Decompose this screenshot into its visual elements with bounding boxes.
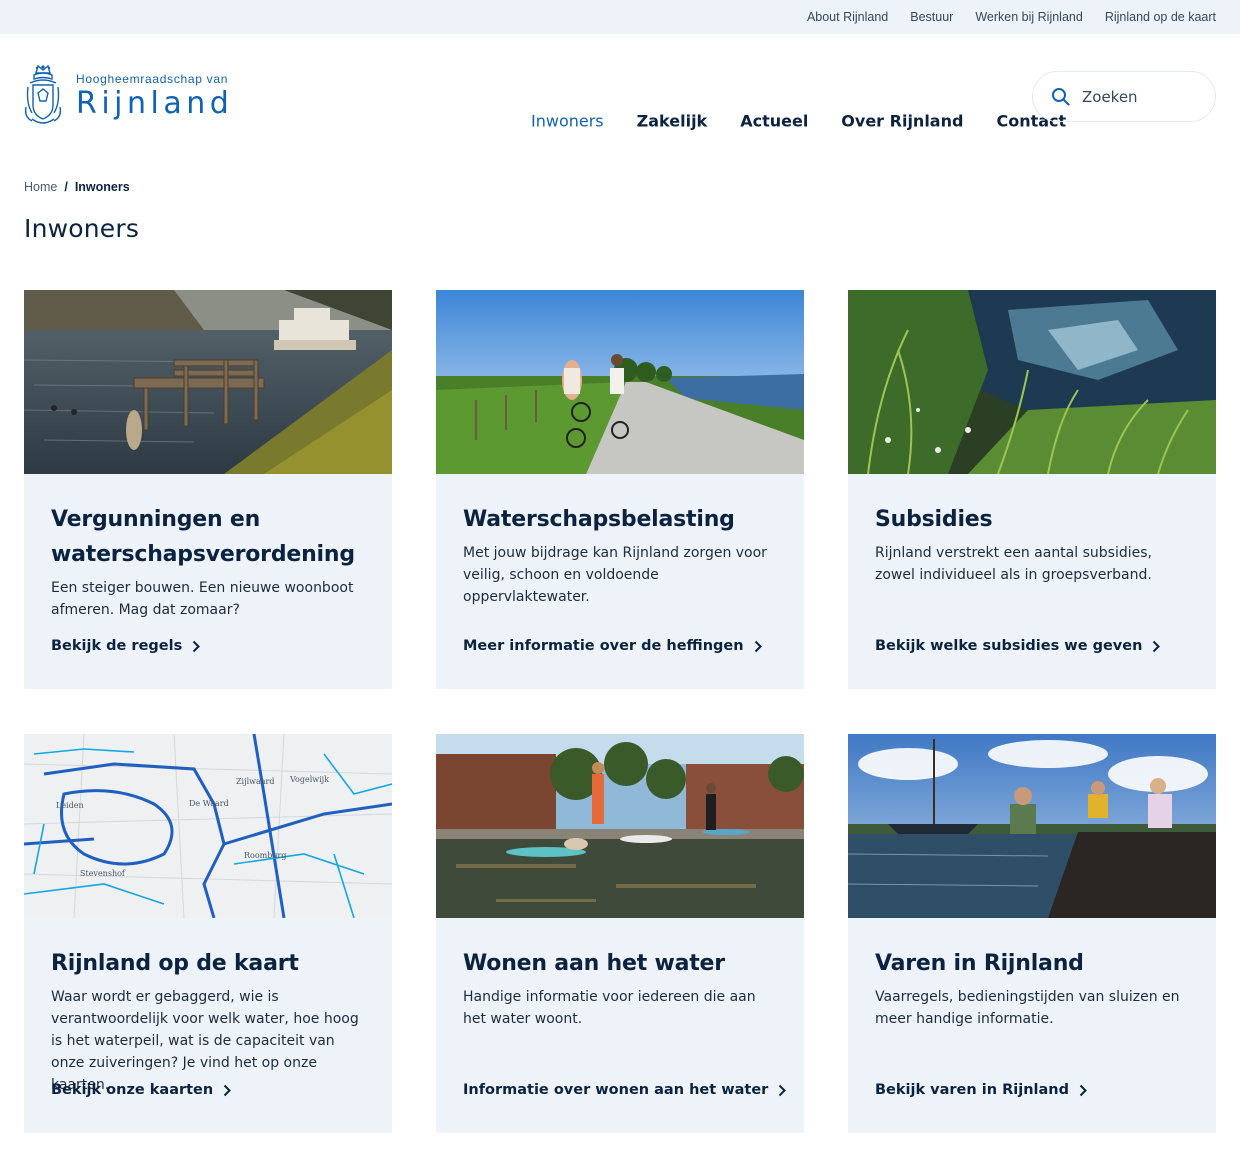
card-image	[848, 734, 1216, 918]
card-description: Rijnland verstrekt een aantal subsidies,…	[875, 545, 1152, 583]
card-image	[24, 290, 392, 474]
chevron-right-icon	[224, 1084, 232, 1096]
breadcrumb-separator: /	[64, 180, 68, 194]
cyclists-dike-photo	[436, 290, 804, 474]
utility-bar: About Rijnland Bestuur Werken bij Rijnla…	[0, 0, 1240, 34]
main-nav: Inwoners Zakelijk Actueel Over Rijnland …	[531, 112, 1066, 131]
chevron-right-icon	[193, 640, 201, 652]
chevron-right-icon	[1079, 1084, 1087, 1096]
card-description: Vaarregels, bedieningstijden van sluizen…	[875, 989, 1180, 1027]
breadcrumb: Home / Inwoners	[24, 180, 130, 194]
card-image	[848, 290, 1216, 474]
card-varen-in-rijnland[interactable]: Varen in Rijnland Vaarregels, bedienings…	[848, 734, 1216, 1133]
card-link-label: Meer informatie over de heffingen	[463, 638, 744, 654]
card-link-label: Bekijk onze kaarten	[51, 1082, 214, 1098]
card-title: Vergunningen en waterschapsverordening	[51, 507, 355, 567]
card-link-label: Bekijk welke subsidies we geven	[875, 638, 1143, 654]
topbar-link-werken[interactable]: Werken bij Rijnland	[975, 10, 1082, 24]
search-button[interactable]: Zoeken	[1032, 71, 1216, 122]
card-wonen-aan-het-water[interactable]: Wonen aan het water Handige informatie v…	[436, 734, 804, 1133]
card-link[interactable]: Bekijk varen in Rijnland	[875, 1082, 1087, 1098]
card-title: Varen in Rijnland	[875, 951, 1084, 976]
chevron-right-icon	[754, 640, 762, 652]
chevron-right-icon	[1153, 640, 1161, 652]
breadcrumb-home[interactable]: Home	[24, 180, 57, 194]
card-description: Een steiger bouwen. Een nieuwe woonboot …	[51, 580, 354, 618]
site-header: Hoogheemraadschap van Rijnland Inwoners …	[0, 34, 1240, 160]
map-label-vogelwijk: Vogelwijk	[289, 775, 329, 784]
map-label-stevenshof: Stevenshof	[80, 869, 126, 878]
search-label: Zoeken	[1082, 87, 1138, 106]
nav-item-inwoners[interactable]: Inwoners	[531, 112, 604, 131]
supping-canal-photo	[436, 734, 804, 918]
map-label-de-waard: De Waard	[189, 799, 229, 808]
coat-of-arms-icon	[24, 64, 62, 124]
reed-pond-photo	[848, 290, 1216, 474]
breadcrumb-current: Inwoners	[74, 180, 130, 194]
logo-title: Rijnland	[76, 86, 234, 121]
card-link-label: Bekijk varen in Rijnland	[875, 1082, 1069, 1098]
card-image	[436, 290, 804, 474]
card-vergunningen[interactable]: Vergunningen en waterschapsverordening E…	[24, 290, 392, 689]
page-title: Inwoners	[24, 214, 140, 243]
card-description: Waar wordt er gebaggerd, wie is verantwo…	[51, 989, 359, 1093]
topbar-link-bestuur[interactable]: Bestuur	[910, 10, 953, 24]
card-subsidies[interactable]: Subsidies Rijnland verstrekt een aantal …	[848, 290, 1216, 689]
card-title: Subsidies	[875, 507, 993, 532]
map-label-zijlwaard: Zijlwaard	[236, 777, 275, 786]
card-rijnland-op-de-kaart[interactable]: Leiden De Waard Zijlwaard Vogelwijk Room…	[24, 734, 392, 1133]
site-logo[interactable]: Hoogheemraadschap van Rijnland	[24, 63, 233, 129]
card-link[interactable]: Bekijk de regels	[51, 638, 201, 654]
nav-item-over-rijnland[interactable]: Over Rijnland	[841, 112, 963, 131]
logo-subtitle: Hoogheemraadschap van	[76, 72, 229, 86]
topbar-link-kaart[interactable]: Rijnland op de kaart	[1105, 10, 1216, 24]
card-title: Rijnland op de kaart	[51, 951, 299, 976]
card-title: Wonen aan het water	[463, 951, 725, 976]
boating-lake-photo	[848, 734, 1216, 918]
card-link-label: Bekijk de regels	[51, 638, 183, 654]
card-title: Waterschapsbelasting	[463, 507, 735, 532]
topbar-link-about[interactable]: About Rijnland	[807, 10, 888, 24]
card-description: Met jouw bijdrage kan Rijnland zorgen vo…	[463, 545, 767, 605]
nav-item-actueel[interactable]: Actueel	[740, 112, 808, 131]
card-image	[436, 734, 804, 918]
card-link[interactable]: Informatie over wonen aan het water	[463, 1082, 787, 1098]
chevron-right-icon	[779, 1084, 787, 1096]
nav-item-zakelijk[interactable]: Zakelijk	[637, 112, 708, 131]
search-icon	[1052, 88, 1070, 106]
card-image: Leiden De Waard Zijlwaard Vogelwijk Room…	[24, 734, 392, 918]
card-link-label: Informatie over wonen aan het water	[463, 1082, 769, 1098]
map-label-roomburg: Roomburg	[244, 851, 286, 860]
card-link[interactable]: Meer informatie over de heffingen	[463, 638, 762, 654]
card-description: Handige informatie voor iedereen die aan…	[463, 989, 756, 1027]
water-map-image: Leiden De Waard Zijlwaard Vogelwijk Room…	[24, 734, 392, 918]
card-link[interactable]: Bekijk onze kaarten	[51, 1082, 232, 1098]
card-waterschapsbelasting[interactable]: Waterschapsbelasting Met jouw bijdrage k…	[436, 290, 804, 689]
map-label-leiden: Leiden	[56, 801, 84, 810]
logo-wordmark: Hoogheemraadschap van Rijnland	[76, 70, 233, 122]
jetty-river-photo	[24, 290, 392, 474]
card-link[interactable]: Bekijk welke subsidies we geven	[875, 638, 1161, 654]
